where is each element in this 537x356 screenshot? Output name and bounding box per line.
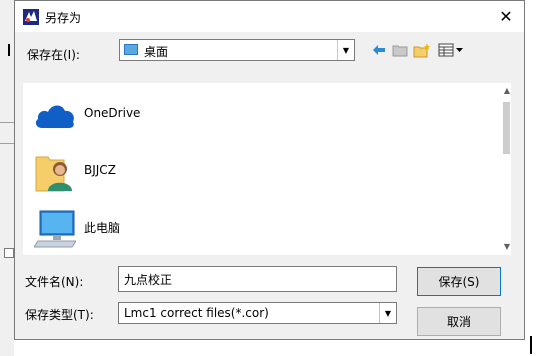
- save-button[interactable]: 保存(S): [417, 267, 501, 296]
- save-in-dropdown[interactable]: 桌面 ▼: [119, 39, 355, 61]
- vertical-scrollbar[interactable]: ▲ ▼: [502, 84, 510, 254]
- cancel-button[interactable]: 取消: [417, 307, 501, 336]
- onedrive-cloud-icon: [35, 105, 74, 128]
- background-marker: [8, 44, 10, 56]
- text-cursor: [530, 336, 532, 354]
- up-folder-button[interactable]: [391, 42, 409, 58]
- list-item-onedrive[interactable]: OneDrive: [28, 90, 228, 140]
- filename-input[interactable]: [118, 266, 397, 292]
- scroll-up-arrow[interactable]: ▲: [502, 86, 510, 96]
- filetype-dropdown[interactable]: Lmc1 correct files(*.cor) ▼: [118, 302, 397, 324]
- view-menu-icon: [438, 43, 463, 57]
- chevron-down-icon[interactable]: ▼: [337, 40, 354, 60]
- close-button[interactable]: ✕: [489, 1, 523, 32]
- back-button[interactable]: [370, 42, 388, 58]
- save-in-label: 保存在(I):: [27, 48, 80, 62]
- view-menu-button[interactable]: [437, 42, 465, 58]
- app-icon: [23, 9, 39, 25]
- list-item-label: OneDrive: [84, 106, 141, 120]
- filetype-label: 保存类型(T):: [25, 308, 94, 322]
- new-folder-icon: [413, 43, 430, 58]
- scroll-down-arrow[interactable]: ▼: [502, 242, 510, 252]
- close-icon: ✕: [499, 7, 513, 26]
- new-folder-button[interactable]: [413, 42, 431, 58]
- list-item-this-pc[interactable]: 此电脑: [28, 203, 228, 253]
- list-item-bjjcz[interactable]: BJJCZ: [28, 147, 228, 197]
- user-folder-icon: [35, 156, 72, 192]
- save-in-value: 桌面: [144, 45, 169, 59]
- background-divider: [0, 122, 14, 123]
- desktop-folder-icon: [124, 44, 138, 55]
- background-checkbox: [4, 248, 14, 258]
- background-divider: [0, 143, 14, 144]
- list-item-label: 此电脑: [84, 221, 121, 235]
- back-arrow-icon: [373, 45, 385, 55]
- dialog-title: 另存为: [45, 11, 82, 25]
- up-folder-icon: [392, 45, 408, 57]
- save-as-dialog: 另存为 ✕ 保存在(I): 桌面 ▼ OneDrive BJJCZ 此电脑 ▲ …: [14, 0, 525, 340]
- file-list[interactable]: OneDrive BJJCZ 此电脑 ▲ ▼: [23, 83, 511, 255]
- chevron-down-icon[interactable]: ▼: [379, 303, 396, 323]
- filename-label: 文件名(N):: [25, 275, 84, 289]
- list-item-label: BJJCZ: [84, 163, 116, 177]
- title-bar: 另存为 ✕: [15, 1, 524, 32]
- computer-icon: [34, 210, 76, 248]
- scroll-thumb[interactable]: [503, 102, 510, 154]
- background-window: [0, 0, 14, 356]
- filetype-value: Lmc1 correct files(*.cor): [124, 306, 269, 320]
